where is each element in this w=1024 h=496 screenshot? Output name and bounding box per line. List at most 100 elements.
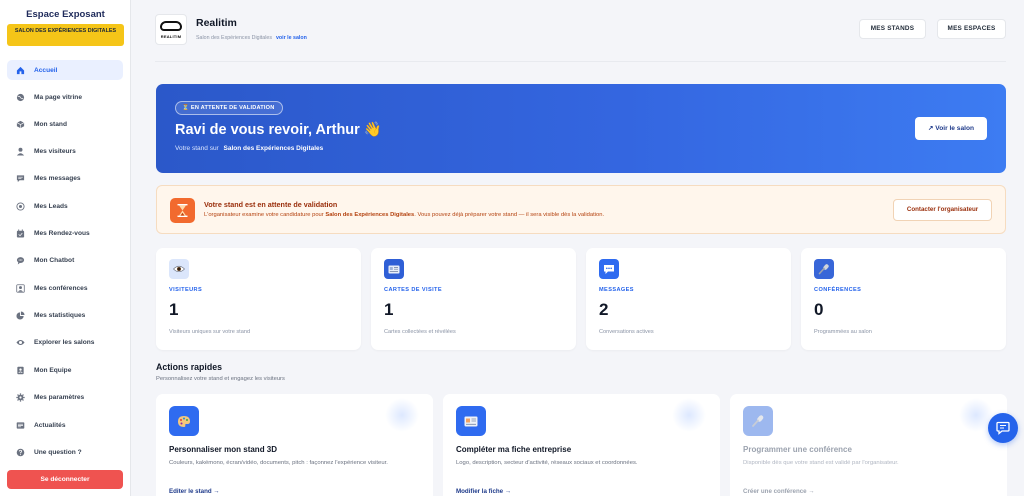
quick-action-description: Couleurs, kakémono, écran/vidéo, documen… bbox=[169, 460, 388, 466]
sidebar-item-label: Mon stand bbox=[34, 120, 67, 128]
logout-button[interactable]: Se déconnecter bbox=[7, 470, 123, 489]
alert-text: L'organisateur examine votre candidature… bbox=[204, 212, 604, 218]
sidebar-item-label: Mes paramètres bbox=[34, 393, 85, 401]
palette-icon bbox=[169, 406, 199, 436]
help-icon bbox=[16, 448, 25, 457]
quick-action-title: Programmer une conférence bbox=[743, 445, 852, 454]
sidebar-item-mes-parametres[interactable]: Mes paramètres bbox=[7, 387, 123, 407]
message-icon bbox=[16, 174, 25, 183]
edit-stand-link[interactable]: Editer le stand → bbox=[169, 488, 220, 495]
sidebar-item-mes-messages[interactable]: Mes messages bbox=[7, 168, 123, 188]
stat-value: 2 bbox=[599, 300, 609, 319]
sidebar-item-label: Mes statistiques bbox=[34, 311, 86, 319]
alert-text-prefix: L'organisateur examine votre candidature… bbox=[204, 212, 324, 218]
quick-action-company-profile[interactable]: Compléter ma fiche entreprise Logo, desc… bbox=[443, 394, 720, 496]
header-divider bbox=[155, 61, 1006, 62]
sidebar: Espace Exposant SALON DES EXPÉRIENCES DI… bbox=[0, 0, 131, 496]
sidebar-item-mes-leads[interactable]: Mes Leads bbox=[7, 196, 123, 216]
welcome-banner: ⏳ EN ATTENTE DE VALIDATION Ravi de vous … bbox=[156, 84, 1006, 173]
stat-card-messages: MESSAGES 2 Conversations actives bbox=[586, 248, 791, 350]
sidebar-item-label: Mes messages bbox=[34, 174, 81, 182]
view-salon-link[interactable]: voir le salon bbox=[276, 35, 307, 41]
user-icon bbox=[16, 147, 25, 156]
card-decoration bbox=[672, 398, 706, 432]
sidebar-item-mes-visiteurs[interactable]: Mes visiteurs bbox=[7, 141, 123, 161]
alert-text-salon: Salon des Expériences Digitales bbox=[325, 212, 415, 218]
stat-label: CONFÉRENCES bbox=[814, 287, 862, 293]
welcome-subtitle-salon: Salon des Expériences Digitales bbox=[223, 145, 324, 152]
stat-label: VISITEURS bbox=[169, 287, 203, 293]
welcome-subtitle: Votre stand sur Salon des Expériences Di… bbox=[175, 145, 323, 152]
quick-action-title: Compléter ma fiche entreprise bbox=[456, 445, 572, 454]
alert-title: Votre stand est en attente de validation bbox=[204, 200, 338, 209]
pie-chart-icon bbox=[16, 310, 25, 320]
stat-label: CARTES DE VISITE bbox=[384, 287, 442, 293]
sidebar-item-mes-rendez-vous[interactable]: Mes Rendez-vous bbox=[7, 223, 123, 243]
sidebar-item-label: Une question ? bbox=[34, 448, 82, 456]
stat-description: Conversations actives bbox=[599, 329, 654, 335]
sidebar-item-explorer-salons[interactable]: Explorer les salons bbox=[7, 332, 123, 352]
sidebar-item-label: Ma page vitrine bbox=[34, 93, 83, 101]
logo-wordmark: REALITIM bbox=[160, 33, 182, 39]
company-name: Realitim bbox=[196, 17, 237, 29]
target-icon bbox=[16, 201, 25, 211]
sidebar-item-page-vitrine[interactable]: Ma page vitrine bbox=[7, 87, 123, 107]
id-card-icon bbox=[456, 406, 486, 436]
microphone-icon bbox=[743, 406, 773, 436]
stat-card-conferences: CONFÉRENCES 0 Programmées au salon bbox=[801, 248, 1006, 350]
stat-description: Cartes collectées et révélées bbox=[384, 329, 456, 335]
quick-action-customize-stand[interactable]: Personnaliser mon stand 3D Couleurs, kak… bbox=[156, 394, 433, 496]
sidebar-item-label: Mes Leads bbox=[34, 202, 68, 210]
gear-icon bbox=[16, 392, 25, 402]
sidebar-item-label: Mes conférences bbox=[34, 284, 88, 292]
salon-badge: SALON DES EXPÉRIENCES DIGITALES bbox=[7, 24, 124, 46]
my-stands-button[interactable]: MES STANDS bbox=[859, 19, 926, 39]
calendar-icon bbox=[16, 228, 25, 238]
sidebar-item-label: Mon Chatbot bbox=[34, 256, 75, 264]
quick-action-description: Disponible dès que votre stand est valid… bbox=[743, 460, 899, 466]
stat-value: 1 bbox=[384, 300, 394, 319]
alert-text-suffix: . Vous pouvez déjà préparer votre stand … bbox=[414, 212, 605, 218]
stat-label: MESSAGES bbox=[599, 287, 634, 293]
welcome-title: Ravi de vous revoir, Arthur 👋 bbox=[175, 122, 382, 138]
edit-profile-link[interactable]: Modifier la fiche → bbox=[456, 488, 511, 495]
card-icon bbox=[384, 259, 404, 279]
sidebar-item-mon-stand[interactable]: Mon stand bbox=[7, 114, 123, 134]
speaker-icon bbox=[16, 283, 25, 293]
quick-actions-subtitle: Personnalisez votre stand et engagez les… bbox=[156, 376, 285, 382]
sidebar-title: Espace Exposant bbox=[26, 9, 105, 20]
sidebar-item-une-question[interactable]: Une question ? bbox=[7, 442, 123, 462]
stat-value: 1 bbox=[169, 300, 179, 319]
view-salon-button[interactable]: ↗ Voir le salon bbox=[915, 117, 987, 140]
sidebar-item-mes-conferences[interactable]: Mes conférences bbox=[7, 278, 123, 298]
contact-organizer-button[interactable]: Contacter l'organisateur bbox=[893, 199, 992, 221]
home-icon bbox=[16, 66, 25, 75]
sidebar-item-actualites[interactable]: Actualités bbox=[7, 415, 123, 435]
quick-action-title: Personnaliser mon stand 3D bbox=[169, 445, 278, 454]
welcome-subtitle-prefix: Votre stand sur bbox=[175, 145, 219, 152]
eye-icon bbox=[16, 338, 25, 347]
hourglass-icon bbox=[170, 198, 195, 223]
sidebar-item-mes-statistiques[interactable]: Mes statistiques bbox=[7, 305, 123, 325]
stat-card-visitors: VISITEURS 1 Visiteurs uniques sur votre … bbox=[156, 248, 361, 350]
team-icon bbox=[16, 366, 25, 375]
eye-icon bbox=[169, 259, 189, 279]
chat-support-button[interactable] bbox=[988, 413, 1018, 443]
salon-name: Salon des Expériences Digitales bbox=[196, 35, 272, 41]
chat-icon bbox=[599, 259, 619, 279]
create-conference-link: Créer une conférence → bbox=[743, 488, 815, 495]
sidebar-item-label: Mon Equipe bbox=[34, 366, 72, 374]
stat-description: Programmées au salon bbox=[814, 329, 872, 335]
vr-headset-icon bbox=[160, 20, 182, 31]
stat-description: Visiteurs uniques sur votre stand bbox=[169, 329, 251, 335]
news-icon bbox=[16, 421, 25, 430]
sidebar-item-accueil[interactable]: Accueil bbox=[7, 60, 123, 80]
my-spaces-button[interactable]: MES ESPACES bbox=[937, 19, 1006, 39]
sidebar-item-mon-equipe[interactable]: Mon Equipe bbox=[7, 360, 123, 380]
chat-bubble-icon bbox=[996, 421, 1010, 435]
quick-actions-title: Actions rapides bbox=[156, 362, 222, 372]
card-decoration bbox=[385, 398, 419, 432]
stat-card-business-cards: CARTES DE VISITE 1 Cartes collectées et … bbox=[371, 248, 576, 350]
sidebar-item-mon-chatbot[interactable]: Mon Chatbot bbox=[7, 250, 123, 270]
sidebar-item-label: Explorer les salons bbox=[34, 338, 95, 346]
